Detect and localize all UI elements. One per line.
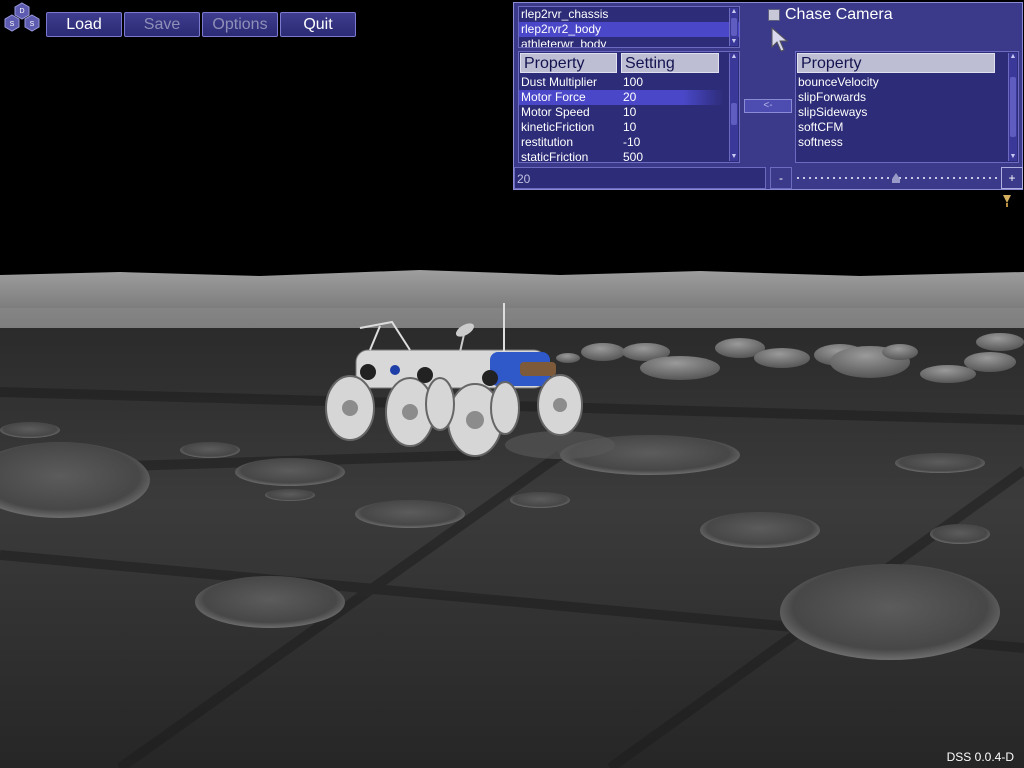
chase-camera-label: Chase Camera xyxy=(785,6,893,23)
row-property: Dust Multiplier xyxy=(521,75,598,89)
chase-camera-checkbox[interactable] xyxy=(768,9,780,21)
save-button[interactable]: Save xyxy=(124,12,200,37)
row-setting: 10 xyxy=(623,105,637,119)
row-property: restitution xyxy=(521,135,574,149)
column-header-property[interactable]: Property xyxy=(520,53,617,73)
list-item-selected[interactable]: rlep2rvr2_body xyxy=(519,22,739,37)
scroll-up-icon[interactable]: ▲ xyxy=(1009,53,1017,61)
row-setting: 100 xyxy=(623,75,644,89)
available-table-scrollbar[interactable]: ▲ ▼ xyxy=(1008,53,1017,161)
scroll-up-icon[interactable]: ▲ xyxy=(730,53,738,61)
table-row-selected[interactable]: Motor Force 20 xyxy=(519,90,724,105)
property-panel: rlep2rvr_chassis rlep2rvr2_body athleter… xyxy=(513,2,1023,190)
row-property: slipSideways xyxy=(798,105,868,119)
resize-grip-icon[interactable] xyxy=(1002,193,1012,207)
table-row[interactable]: staticFriction 500 xyxy=(519,150,724,163)
row-property: kineticFriction xyxy=(521,120,595,134)
column-header-setting[interactable]: Setting xyxy=(621,53,719,73)
scroll-up-icon[interactable]: ▲ xyxy=(730,8,738,16)
table-row[interactable]: slipSideways xyxy=(796,105,1001,120)
row-property: bounceVelocity xyxy=(798,75,879,89)
dss-logo: D S S xyxy=(4,2,40,32)
increment-button[interactable]: + xyxy=(1001,167,1023,189)
table-row[interactable]: Dust Multiplier 100 xyxy=(519,75,724,90)
table-row[interactable]: restitution -10 xyxy=(519,135,724,150)
move-property-left-button[interactable]: <- xyxy=(744,99,792,113)
version-label: DSS 0.0.4-D xyxy=(946,750,1014,764)
row-property: slipForwards xyxy=(798,90,867,104)
decrement-button[interactable]: - xyxy=(770,167,792,189)
table-row[interactable]: slipForwards xyxy=(796,90,1001,105)
slider-thumb[interactable] xyxy=(892,173,900,183)
row-setting: 500 xyxy=(623,150,644,163)
row-property: staticFriction xyxy=(521,150,589,163)
quit-button[interactable]: Quit xyxy=(280,12,356,37)
scroll-down-icon[interactable]: ▼ xyxy=(730,153,738,161)
logo-letter-d: D xyxy=(19,8,24,15)
mouse-cursor-icon xyxy=(771,27,788,52)
table-row[interactable]: kineticFriction 10 xyxy=(519,120,724,135)
body-list[interactable]: rlep2rvr_chassis rlep2rvr2_body athleter… xyxy=(518,6,740,48)
table-row[interactable]: softness xyxy=(796,135,1001,150)
scroll-thumb[interactable] xyxy=(731,18,737,36)
logo-letter-s2: S xyxy=(30,21,35,28)
list-item[interactable]: athleterwr_body xyxy=(519,37,739,47)
row-setting: -10 xyxy=(623,135,641,149)
scroll-down-icon[interactable]: ▼ xyxy=(730,38,738,46)
load-button[interactable]: Load xyxy=(46,12,122,37)
scroll-down-icon[interactable]: ▼ xyxy=(1009,153,1017,161)
scroll-thumb[interactable] xyxy=(1010,77,1016,137)
available-properties-table[interactable]: Property bounceVelocity slipForwards sli… xyxy=(795,51,1019,163)
table-row[interactable]: bounceVelocity xyxy=(796,75,1001,90)
value-slider[interactable] xyxy=(795,167,1000,189)
logo-letter-s1: S xyxy=(10,21,15,28)
row-setting: 20 xyxy=(623,90,637,104)
row-property: softCFM xyxy=(798,120,844,134)
row-property: Motor Force xyxy=(521,90,586,104)
value-field[interactable]: 20 xyxy=(514,167,766,189)
column-header-property[interactable]: Property xyxy=(797,53,995,73)
options-button[interactable]: Options xyxy=(202,12,278,37)
table-row[interactable]: softCFM xyxy=(796,120,1001,135)
row-property: softness xyxy=(798,135,843,149)
body-list-scrollbar[interactable]: ▲ ▼ xyxy=(729,8,738,46)
scroll-thumb[interactable] xyxy=(731,103,737,125)
table-row[interactable]: Motor Speed 10 xyxy=(519,105,724,120)
settings-table[interactable]: Property Setting Dust Multiplier 100 Mot… xyxy=(518,51,740,163)
row-setting: 10 xyxy=(623,120,637,134)
chase-camera-toggle[interactable]: Chase Camera xyxy=(768,5,893,25)
list-item[interactable]: rlep2rvr_chassis xyxy=(519,7,739,22)
main-toolbar: Load Save Options Quit xyxy=(46,12,356,37)
settings-table-scrollbar[interactable]: ▲ ▼ xyxy=(729,53,738,161)
row-property: Motor Speed xyxy=(521,105,590,119)
